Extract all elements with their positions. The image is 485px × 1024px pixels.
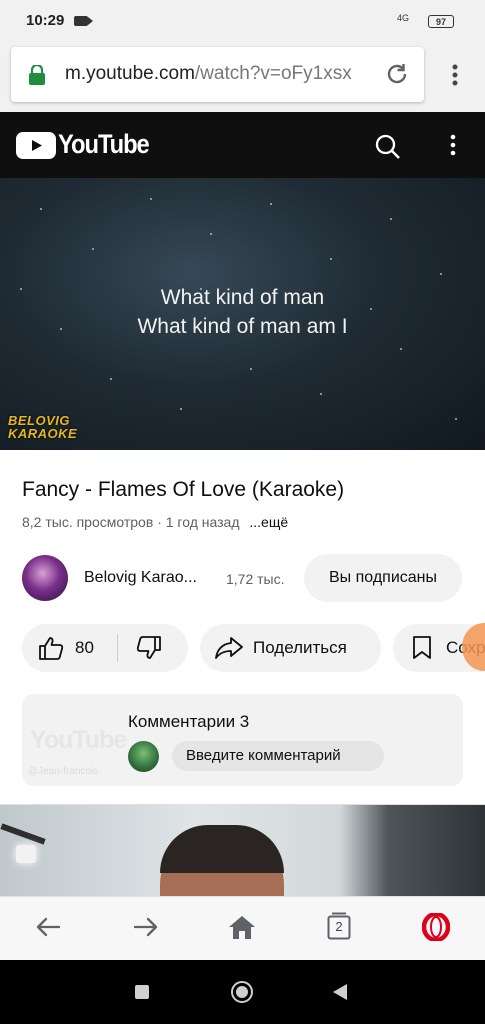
thumbs-up-icon[interactable] [38, 636, 64, 665]
next-video-thumbnail[interactable] [0, 804, 485, 897]
lyric-line-1: What kind of man [160, 286, 325, 309]
network-indicator: 4G [397, 13, 410, 23]
thumbnail-lamp [16, 845, 36, 863]
browser-bottom-bar: 2 [0, 896, 485, 961]
video-player[interactable]: What kind of man What kind of man am I B… [0, 178, 485, 450]
youtube-header: YouTube [0, 112, 485, 178]
url-text[interactable]: m.youtube.com/watch?v=oFy1xsx [65, 63, 377, 85]
opera-icon[interactable] [421, 911, 451, 943]
subscriber-count: 1,72 тыс. [226, 571, 285, 587]
channel-watermark: BELOVIG KARAOKE [8, 414, 77, 440]
upload-age: 1 год назад [165, 514, 240, 530]
screen-record-icon [74, 16, 93, 26]
channel-avatar[interactable] [22, 555, 68, 601]
user-avatar [128, 741, 159, 772]
search-icon[interactable] [374, 133, 402, 166]
lock-icon [29, 63, 45, 90]
like-dislike-group: 80 [22, 624, 188, 672]
status-time: 10:29 [26, 12, 65, 29]
share-button[interactable]: Поделиться [200, 624, 381, 672]
youtube-logo-icon[interactable] [16, 132, 56, 159]
meta-separator: · [157, 514, 166, 530]
browser-menu-icon[interactable] [447, 62, 463, 93]
android-navigation-bar [0, 960, 485, 1024]
bookmark-icon [412, 636, 432, 665]
address-bar[interactable]: m.youtube.com/watch?v=oFy1xsx [11, 47, 424, 102]
home-icon[interactable] [228, 914, 256, 945]
reload-icon[interactable] [384, 61, 410, 92]
tabs-count: 2 [335, 919, 343, 934]
share-icon [214, 636, 244, 665]
view-count: 8,2 тыс. просмотров [22, 514, 154, 530]
android-home-icon[interactable] [231, 981, 253, 1003]
comments-section[interactable]: YouTube @Jean-francois Комментарии 3 Вве… [22, 694, 463, 786]
battery-indicator: 97 [428, 15, 454, 28]
like-count[interactable]: 80 [75, 638, 94, 658]
more-link[interactable]: ...ещё [249, 514, 288, 530]
youtube-wordmark[interactable]: YouTube [58, 129, 150, 160]
comments-ghost-logo: YouTube [30, 726, 127, 754]
thumbs-down-icon[interactable] [136, 636, 162, 665]
tabs-button[interactable]: 2 [327, 912, 351, 940]
video-meta[interactable]: 8,2 тыс. просмотров · 1 год назад ...ещё [22, 514, 288, 530]
recent-apps-icon[interactable] [135, 985, 149, 999]
comments-ghost-handle: @Jean-francois [28, 766, 99, 777]
like-divider [117, 634, 118, 662]
channel-name[interactable]: Belovig Karao... [84, 569, 197, 587]
watermark-line-2: KARAOKE [8, 426, 78, 441]
comment-input[interactable]: Введите комментарий [172, 741, 384, 771]
video-title[interactable]: Fancy - Flames Of Love (Karaoke) [22, 478, 344, 502]
comments-title[interactable]: Комментарии 3 [128, 712, 249, 732]
back-arrow-icon[interactable] [35, 916, 61, 943]
forward-arrow-icon[interactable] [133, 916, 159, 943]
more-options-icon[interactable] [447, 133, 459, 164]
share-label: Поделиться [253, 638, 347, 657]
subscribed-button[interactable]: Вы подписаны [304, 554, 462, 602]
url-host: m.youtube.com [65, 63, 195, 84]
lyric-line-2: What kind of man am I [137, 315, 348, 338]
status-bar: 10:29 4G 97 [0, 0, 485, 40]
url-path: /watch?v=oFy1xsx [194, 63, 352, 84]
android-back-icon[interactable] [333, 984, 347, 1000]
